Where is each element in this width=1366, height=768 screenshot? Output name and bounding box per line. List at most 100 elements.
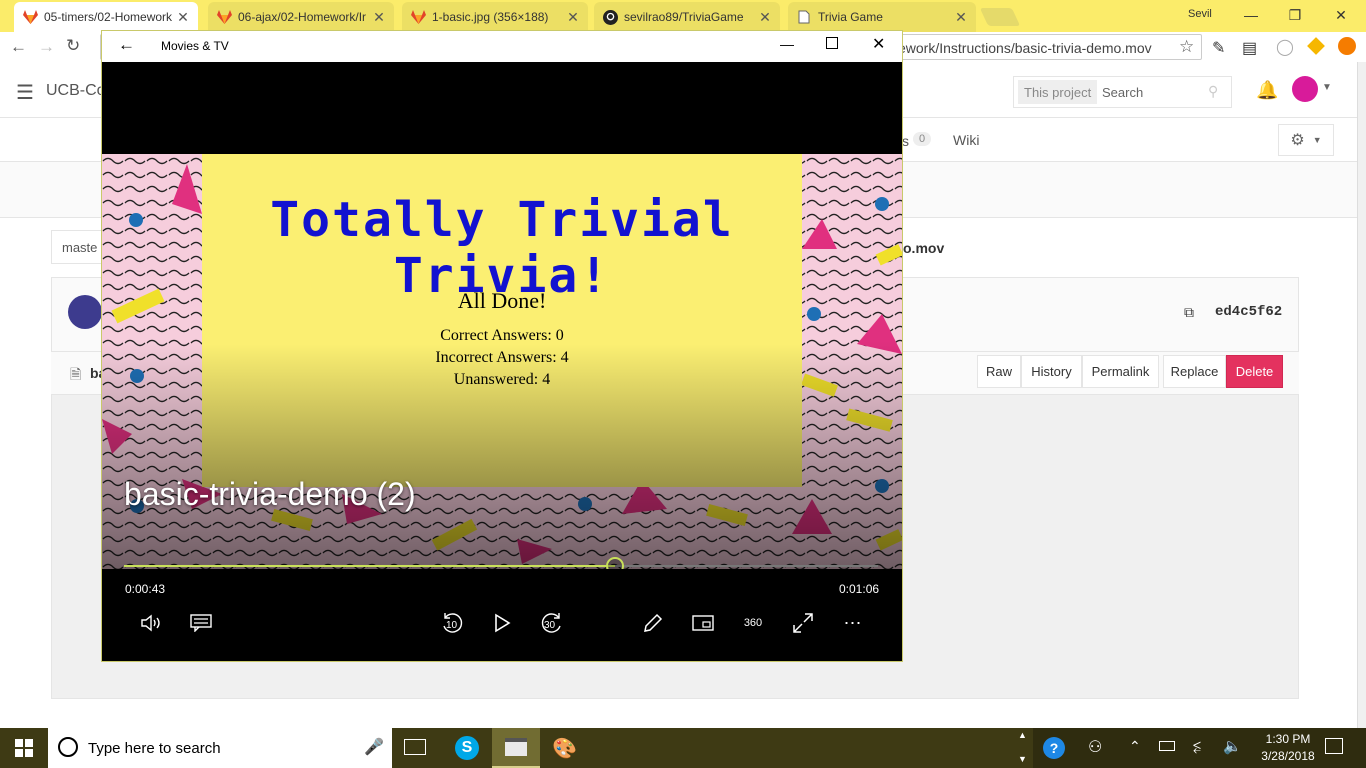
people-icon[interactable]: ⚇ [1088, 737, 1102, 757]
paint-icon[interactable]: 🎨 [552, 736, 577, 761]
360-view-icon[interactable]: 360 [738, 608, 768, 638]
seek-thumb[interactable] [606, 557, 625, 569]
circle-extension-icon[interactable]: ◯ [1276, 37, 1294, 57]
browser-tab-strip: 05-timers/02-Homework ✕ 06-ajax/02-Homew… [0, 0, 1366, 32]
total-duration: 0:01:06 [839, 582, 880, 596]
taskbar: Type here to search 🎤 S 🎨 ▲ ▼ ? ⚇ ⌃ ⥶ 🔈 … [0, 728, 1366, 768]
author-avatar [68, 295, 102, 329]
close-icon[interactable]: ✕ [176, 9, 190, 26]
search-placeholder: Type here to search [88, 740, 221, 757]
maximize-icon[interactable]: ❐ [1272, 0, 1318, 30]
nav-item-wiki[interactable]: Wiki [953, 132, 979, 148]
hamburger-icon[interactable]: ☰ [16, 80, 34, 105]
tab-1-basic-jpg[interactable]: 1-basic.jpg (356×188) ✕ [402, 2, 588, 32]
action-center-icon[interactable] [1325, 738, 1343, 754]
volume-icon[interactable] [136, 608, 166, 638]
forward-icon[interactable]: → [38, 37, 55, 57]
clock-time[interactable]: 1:30 PM [1256, 732, 1320, 746]
play-icon[interactable] [487, 608, 517, 638]
scroll-up-icon[interactable]: ▲ [1018, 730, 1027, 740]
video-frame[interactable]: Totally Trivial Trivia! All Done! Correc… [102, 154, 902, 569]
delete-button[interactable]: Delete [1226, 355, 1283, 388]
seek-progress [124, 565, 616, 567]
tab-label: sevilrao89/TriviaGame [624, 10, 744, 24]
bookmark-star-icon[interactable]: ☆ [1179, 37, 1194, 57]
url-text: ework/Instructions/basic-trivia-demo.mov [898, 40, 1152, 56]
tab-05-timers[interactable]: 05-timers/02-Homework ✕ [14, 2, 198, 32]
scroll-down-icon[interactable]: ▼ [1018, 754, 1027, 764]
back-arrow-icon[interactable]: ← [118, 35, 135, 55]
battery-icon[interactable] [1159, 741, 1175, 751]
new-tab-button[interactable] [979, 8, 1021, 26]
microphone-icon[interactable]: 🎤 [364, 737, 384, 757]
gitlab-brand[interactable]: UCB-Co [46, 82, 106, 100]
close-icon[interactable]: ✕ [1318, 0, 1364, 30]
film-extension-icon[interactable]: ▤ [1242, 38, 1257, 58]
copy-icon[interactable]: ⧉ [1184, 304, 1194, 321]
file-icon: 🗎 [70, 366, 82, 382]
gitlab-icon [216, 9, 232, 25]
gitlab-icon [22, 9, 38, 25]
system-tray: ? ⚇ ⌃ ⥶ 🔈 1:30 PM 3/28/2018 [1033, 728, 1366, 768]
subtitles-icon[interactable] [186, 608, 216, 638]
github-icon [602, 9, 618, 25]
minimize-icon[interactable]: — [1228, 0, 1274, 30]
close-icon[interactable]: ✕ [566, 9, 580, 26]
fullscreen-icon[interactable] [788, 608, 818, 638]
tab-label: 06-ajax/02-Homework/Ir [238, 10, 367, 24]
tab-label: 05-timers/02-Homework [44, 10, 172, 24]
tab-06-ajax[interactable]: 06-ajax/02-Homework/Ir ✕ [208, 2, 394, 32]
back-icon[interactable]: ← [10, 37, 27, 57]
raw-button[interactable]: Raw [977, 355, 1021, 388]
profile-name[interactable]: Sevil [1188, 8, 1212, 20]
avatar[interactable] [1292, 76, 1318, 102]
skip-forward-icon[interactable]: 30 [537, 608, 567, 638]
history-button[interactable]: History [1021, 355, 1082, 388]
close-icon[interactable]: ✕ [954, 9, 968, 26]
permalink-button[interactable]: Permalink [1082, 355, 1159, 388]
speaker-icon[interactable]: 🔈 [1223, 737, 1242, 755]
clock-date[interactable]: 3/28/2018 [1256, 749, 1320, 763]
search-box[interactable]: This project Search ⚲ [1013, 76, 1232, 108]
page-scrollbar[interactable] [1357, 62, 1366, 728]
trivia-card: Totally Trivial Trivia! All Done! Correc… [202, 154, 802, 487]
bell-icon[interactable]: 🔔 [1256, 80, 1278, 101]
page-icon [796, 9, 812, 25]
tab-trivia-game[interactable]: Trivia Game ✕ [788, 2, 976, 32]
app-title: Movies & TV [161, 39, 229, 53]
commit-sha[interactable]: ed4c5f62 [1215, 304, 1282, 320]
settings-dropdown[interactable]: ⚙ ▼ [1278, 124, 1334, 156]
nav-item-partial[interactable]: s [902, 133, 909, 149]
edit-pencil-icon[interactable] [638, 608, 668, 638]
help-icon[interactable]: ? [1043, 737, 1065, 759]
tab-trivia-game-repo[interactable]: sevilrao89/TriviaGame ✕ [594, 2, 780, 32]
close-icon[interactable]: ✕ [758, 9, 772, 26]
search-scope-badge: This project [1018, 80, 1098, 104]
correct-answers: Correct Answers: 0 [440, 327, 564, 344]
mini-view-icon[interactable] [688, 608, 718, 638]
chevron-down-icon: ▼ [1312, 135, 1322, 145]
close-icon[interactable]: ✕ [372, 9, 386, 26]
close-icon[interactable]: ✕ [872, 34, 885, 54]
skype-icon[interactable]: S [455, 736, 479, 760]
all-done-text: All Done! [457, 288, 547, 313]
start-button[interactable] [0, 728, 48, 768]
unanswered-count: Unanswered: 4 [453, 371, 551, 388]
360-label: 360 [743, 617, 763, 629]
wifi-icon[interactable]: ⥶ [1193, 738, 1201, 755]
reload-icon[interactable]: ↻ [66, 36, 80, 56]
video-title: basic-trivia-demo (2) [124, 476, 416, 512]
maximize-icon[interactable] [826, 37, 838, 49]
more-options-icon[interactable]: ⋯ [838, 608, 868, 638]
eyedropper-extension-icon[interactable]: ✎ [1212, 38, 1225, 58]
cortana-icon [58, 737, 78, 757]
chrome-menu-icon[interactable] [1338, 37, 1356, 55]
chevron-down-icon[interactable]: ▼ [1322, 82, 1332, 93]
minimize-icon[interactable]: — [780, 36, 794, 52]
taskbar-search-box[interactable]: Type here to search 🎤 [48, 728, 392, 768]
task-view-icon[interactable] [404, 739, 426, 755]
skip-back-icon[interactable]: 10 [437, 608, 467, 638]
replace-button[interactable]: Replace [1163, 355, 1226, 388]
movies-taskbar-item[interactable] [492, 728, 540, 768]
chevron-up-icon[interactable]: ⌃ [1129, 738, 1141, 755]
